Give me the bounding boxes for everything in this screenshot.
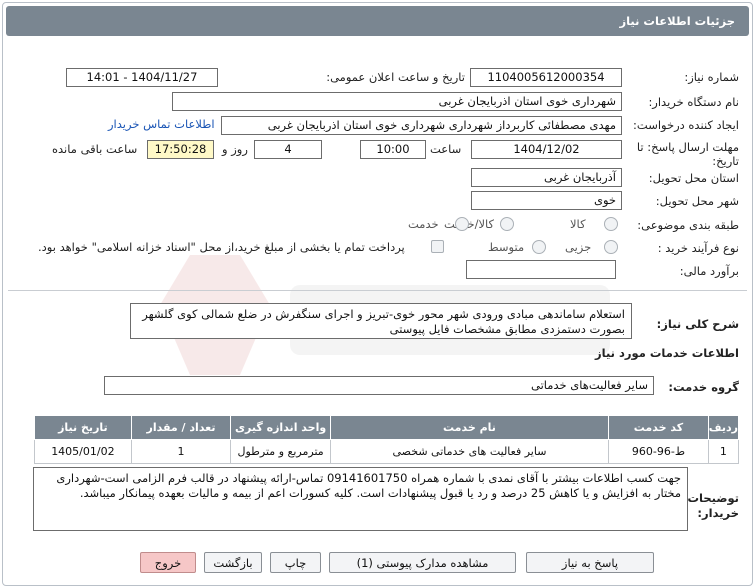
section-divider bbox=[8, 290, 747, 291]
view-attachments-button[interactable]: مشاهده مدارک پیوستی (1) bbox=[329, 552, 516, 573]
col-header-row: ردیف bbox=[707, 415, 740, 440]
category-goods-service-radio[interactable] bbox=[500, 217, 514, 231]
col-header-unit: واحد اندازه گیری bbox=[230, 415, 331, 440]
need-number-label: شماره نیاز: bbox=[684, 70, 739, 84]
cell-row-number: 1 bbox=[707, 439, 740, 464]
announce-date-field: 1404/11/27 - 14:01 bbox=[66, 68, 218, 87]
days-label: روز و bbox=[222, 142, 248, 156]
treasury-payment-checkbox[interactable] bbox=[431, 240, 444, 253]
deadline-date-field: 1404/12/02 bbox=[471, 140, 622, 159]
province-field: آذربایجان غربی bbox=[471, 168, 622, 187]
deadline-time-field: 10:00 bbox=[360, 140, 426, 159]
buyer-contact-link[interactable]: اطلاعات تماس خریدار bbox=[108, 117, 215, 131]
page-title: جزئیات اطلاعات نیاز bbox=[619, 14, 735, 28]
process-medium-radio[interactable] bbox=[532, 240, 546, 254]
cell-quantity: 1 bbox=[130, 439, 232, 464]
budget-label: برآورد مالی: bbox=[679, 264, 739, 278]
category-goods-label: کالا bbox=[570, 217, 586, 231]
category-goods-radio[interactable] bbox=[604, 217, 618, 231]
services-section-title: اطلاعات خدمات مورد نیاز bbox=[595, 346, 739, 360]
description-text: استعلام ساماندهی مبادی ورودی شهر محور خو… bbox=[142, 307, 625, 336]
process-minor-label: جزیی bbox=[565, 240, 592, 254]
page-title-bar: جزئیات اطلاعات نیاز bbox=[6, 6, 749, 36]
cell-service-name: سایر فعالیت های خدماتی شخصی bbox=[329, 439, 610, 464]
back-button[interactable]: بازگشت bbox=[204, 552, 262, 573]
city-label: شهر محل تحویل: bbox=[655, 194, 739, 208]
services-table: ردیف کد خدمت نام خدمت واحد اندازه گیری ت… bbox=[34, 415, 740, 464]
table-row: 1 ط-96-960 سایر فعالیت های خدماتی شخصی م… bbox=[34, 439, 740, 464]
cell-unit: مترمربع و مترطول bbox=[230, 439, 331, 464]
service-group-field: سایر فعالیت‌های خدماتی bbox=[104, 376, 654, 395]
col-header-service-name: نام خدمت bbox=[329, 415, 610, 440]
city-field: خوی bbox=[471, 191, 622, 210]
need-number-field: 1104005612000354 bbox=[470, 68, 622, 87]
category-label: طبقه بندی موضوعی: bbox=[637, 218, 739, 232]
print-button[interactable]: چاپ bbox=[270, 552, 321, 573]
description-label: شرح کلی نیاز: bbox=[656, 317, 739, 331]
exit-button[interactable]: خروج bbox=[140, 552, 196, 573]
deadline-label: مهلت ارسال پاسخ: تا تاریخ: bbox=[636, 140, 739, 168]
category-service-label: خدمت bbox=[408, 217, 439, 231]
creator-label: ایجاد کننده درخواست: bbox=[633, 118, 739, 132]
col-header-code: کد خدمت bbox=[608, 415, 709, 440]
reply-button[interactable]: پاسخ به نیاز bbox=[526, 552, 654, 573]
category-goods-service-label: کالا/خدمت bbox=[444, 217, 495, 231]
province-label: استان محل تحویل: bbox=[648, 171, 739, 185]
process-minor-radio[interactable] bbox=[604, 240, 618, 254]
treasury-payment-note: پرداخت تمام یا بخشی از مبلغ خرید،از محل … bbox=[38, 240, 405, 254]
process-medium-label: متوسط bbox=[488, 240, 525, 254]
deadline-time-label: ساعت bbox=[430, 142, 462, 156]
category-service-radio[interactable] bbox=[455, 217, 469, 231]
service-group-label: گروه خدمت: bbox=[668, 380, 739, 394]
cell-service-code: ط-96-960 bbox=[608, 439, 709, 464]
days-remaining-field: 4 bbox=[254, 140, 322, 159]
announce-date-label: تاریخ و ساعت اعلان عمومی: bbox=[326, 70, 465, 84]
buyer-org-label: نام دستگاه خریدار: bbox=[648, 95, 739, 109]
col-header-quantity: تعداد / مقدار bbox=[130, 415, 232, 440]
budget-field bbox=[466, 260, 616, 279]
buyer-org-field: شهرداری خوی استان اذربایجان غربی bbox=[172, 92, 622, 111]
remaining-time-field: 17:50:28 bbox=[147, 140, 214, 159]
creator-field: مهدی مصطفائی کاربرداز شهرداری شهرداری خو… bbox=[221, 116, 622, 135]
remaining-time-label: ساعت باقی مانده bbox=[52, 142, 138, 156]
description-textarea: استعلام ساماندهی مبادی ورودی شهر محور خو… bbox=[130, 303, 632, 339]
cell-need-date: 1405/01/02 bbox=[34, 439, 132, 464]
buyer-notes-text: جهت کسب اطلاعات بیشتر با آقای نمدی با شم… bbox=[56, 471, 681, 500]
buyer-notes-textarea: جهت کسب اطلاعات بیشتر با آقای نمدی با شم… bbox=[33, 467, 688, 531]
col-header-need-date: تاریخ نیاز bbox=[34, 415, 132, 440]
table-header-row: ردیف کد خدمت نام خدمت واحد اندازه گیری ت… bbox=[34, 415, 740, 440]
process-type-label: نوع فرآیند خرید : bbox=[657, 241, 739, 255]
